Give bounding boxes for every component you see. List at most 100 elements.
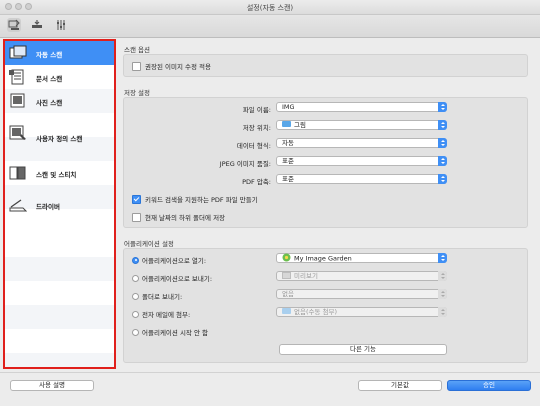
jpeg-quality-label: JPEG 이미지 품질:: [219, 160, 271, 168]
defaults-button[interactable]: 기본값: [358, 380, 442, 391]
sidebar-stripe: [5, 353, 114, 367]
open-with-app-radio[interactable]: 어플리케이션으로 열기:: [132, 255, 206, 265]
radio-label: 어플리케이션으로 열기:: [142, 257, 207, 265]
checkbox-label: 현재 날짜의 하위 폴더에 저장: [145, 214, 226, 222]
sidebar-stripe: [5, 305, 114, 329]
scan-options-group: 권장된 이미지 수정 적용: [123, 54, 528, 77]
auto-scan-icon: [9, 45, 27, 59]
apply-correction-checkbox[interactable]: 권장된 이미지 수정 적용: [132, 61, 211, 72]
sidebar-stripe: [5, 257, 114, 281]
footer-divider: [0, 372, 540, 373]
title-bar: 설정(자동 스캔): [0, 0, 540, 15]
checkbox-box[interactable]: [132, 61, 141, 71]
send-to-folder-select: 없음: [276, 289, 447, 299]
send-to-app-select: 미리보기: [276, 271, 447, 281]
send-to-folder-radio[interactable]: 폴더로 보내기:: [132, 291, 182, 301]
general-settings-tab[interactable]: [54, 18, 68, 32]
do-not-start-app-radio[interactable]: 어플리케이션 시작 안 함: [132, 327, 208, 337]
radio-label: 어플리케이션 시작 안 함: [142, 329, 208, 337]
attach-email-radio[interactable]: 전자 메일에 첨부:: [132, 309, 190, 319]
preview-app-icon: [282, 271, 291, 279]
save-location-label: 저장 위치:: [242, 124, 271, 132]
send-to-app-radio[interactable]: 어플리케이션으로 보내기:: [132, 273, 212, 283]
chevron-updown-icon: [438, 253, 447, 263]
app-settings-group: 어플리케이션으로 열기: My Image Garden 어플리케이션으로 보내…: [123, 248, 528, 363]
panel-scan-icon: [32, 20, 42, 28]
settings-sliders-icon: [57, 20, 65, 30]
driver-icon: [9, 199, 27, 212]
radio-label: 폴더로 보내기:: [142, 293, 183, 301]
sidebar-item-label: 문서 스캔: [36, 75, 63, 83]
send-to-folder-value: 없음: [282, 290, 294, 298]
date-subfolder-checkbox[interactable]: 현재 날짜의 하위 폴더에 저장: [132, 212, 225, 223]
document-scan-icon: [9, 69, 24, 85]
pdf-compression-select[interactable]: 표준: [276, 174, 447, 184]
sidebar-item-label: 스캔 및 스티치: [36, 171, 77, 179]
scan-from-panel-tab[interactable]: [30, 18, 44, 32]
send-to-app-value: 미리보기: [294, 272, 318, 280]
chevron-updown-icon: [438, 156, 447, 166]
sidebar-item-label: 드라이버: [36, 203, 60, 211]
radio-label: 어플리케이션으로 보내기:: [142, 275, 213, 283]
radio-label: 전자 메일에 첨부:: [142, 311, 191, 319]
sidebar-item-label: 자동 스캔: [36, 51, 63, 59]
settings-panel: 스캔 옵션 권장된 이미지 수정 적용 저장 설정 파일 이름: IMG 저장 …: [120, 39, 536, 369]
radio-unselected[interactable]: [132, 274, 139, 282]
attach-email-value: 없음(수동 첨부): [294, 308, 338, 316]
more-functions-button[interactable]: 다른 기능: [279, 344, 447, 355]
jpeg-quality-value: 표준: [282, 157, 294, 165]
chevron-updown-icon: [438, 271, 447, 281]
data-format-label: 데이터 형식:: [236, 142, 271, 150]
sidebar-item-scan-stitch[interactable]: 스캔 및 스티치: [5, 161, 114, 185]
folder-icon: [282, 121, 291, 127]
scan-from-computer-tab[interactable]: [7, 18, 21, 32]
data-format-select[interactable]: 자동: [276, 138, 447, 148]
sidebar-item-auto-scan[interactable]: 자동 스캔: [5, 41, 114, 65]
pdf-compression-label: PDF 압축:: [242, 178, 271, 186]
radio-unselected[interactable]: [132, 310, 139, 318]
custom-scan-icon: [9, 125, 26, 140]
checkbox-label: 키워드 검색을 지원하는 PDF 파일 만들기: [145, 196, 258, 204]
data-format-value: 자동: [282, 139, 294, 147]
chevron-updown-icon: [438, 138, 447, 148]
sidebar-item-driver[interactable]: 드라이버: [5, 193, 114, 217]
toolbar: [0, 15, 540, 38]
my-image-garden-icon: [282, 253, 291, 262]
keyword-pdf-checkbox[interactable]: 키워드 검색을 지원하는 PDF 파일 만들기: [132, 194, 258, 205]
folder-icon: [282, 308, 291, 314]
chevron-updown-icon: [438, 289, 447, 299]
open-with-app-select[interactable]: My Image Garden: [276, 253, 447, 263]
scan-stitch-icon: [9, 166, 26, 180]
instructions-button[interactable]: 사용 설명: [10, 380, 94, 391]
sidebar-item-photo-scan[interactable]: 사진 스캔: [5, 89, 114, 113]
checkbox-box[interactable]: [132, 212, 141, 222]
sidebar-item-document-scan[interactable]: 문서 스캔: [5, 65, 114, 89]
file-name-label: 파일 이름:: [242, 106, 271, 114]
chevron-updown-icon: [438, 174, 447, 184]
photo-scan-icon: [10, 93, 25, 108]
settings-window: 설정(자동 스캔) 자동 스캔 문서 스캔 사진 스캔 사용자 정의 스캔 스캔…: [0, 0, 540, 406]
save-settings-title: 저장 설정: [124, 89, 150, 97]
save-location-select[interactable]: 그림: [276, 120, 447, 130]
attach-email-select: 없음(수동 첨부): [276, 307, 447, 317]
open-with-app-value: My Image Garden: [294, 254, 352, 263]
computer-scan-icon: [8, 19, 20, 30]
radio-unselected[interactable]: [132, 328, 139, 336]
combo-arrow-icon[interactable]: [438, 102, 447, 112]
radio-unselected[interactable]: [132, 292, 139, 300]
jpeg-quality-select[interactable]: 표준: [276, 156, 447, 166]
sidebar-item-label: 사용자 정의 스캔: [36, 135, 83, 143]
radio-selected[interactable]: [132, 256, 139, 264]
ok-button[interactable]: 승인: [447, 380, 531, 391]
checkbox-box-checked[interactable]: [132, 194, 141, 204]
save-settings-group: 파일 이름: IMG 저장 위치: 그림 데이터 형식: 자동 JPEG 이미지…: [123, 97, 528, 228]
sidebar-item-custom-scan[interactable]: 사용자 정의 스캔: [5, 113, 114, 161]
window-title: 설정(자동 스캔): [246, 4, 294, 12]
app-settings-title: 어플리케이션 설정: [124, 240, 174, 248]
chevron-updown-icon: [438, 120, 447, 130]
scan-options-title: 스캔 옵션: [124, 46, 150, 54]
scan-mode-sidebar: 자동 스캔 문서 스캔 사진 스캔 사용자 정의 스캔 스캔 및 스티치 드라이…: [3, 39, 116, 369]
sidebar-item-label: 사진 스캔: [36, 99, 63, 107]
file-name-value: IMG: [282, 103, 295, 111]
file-name-combo[interactable]: IMG: [276, 102, 447, 112]
